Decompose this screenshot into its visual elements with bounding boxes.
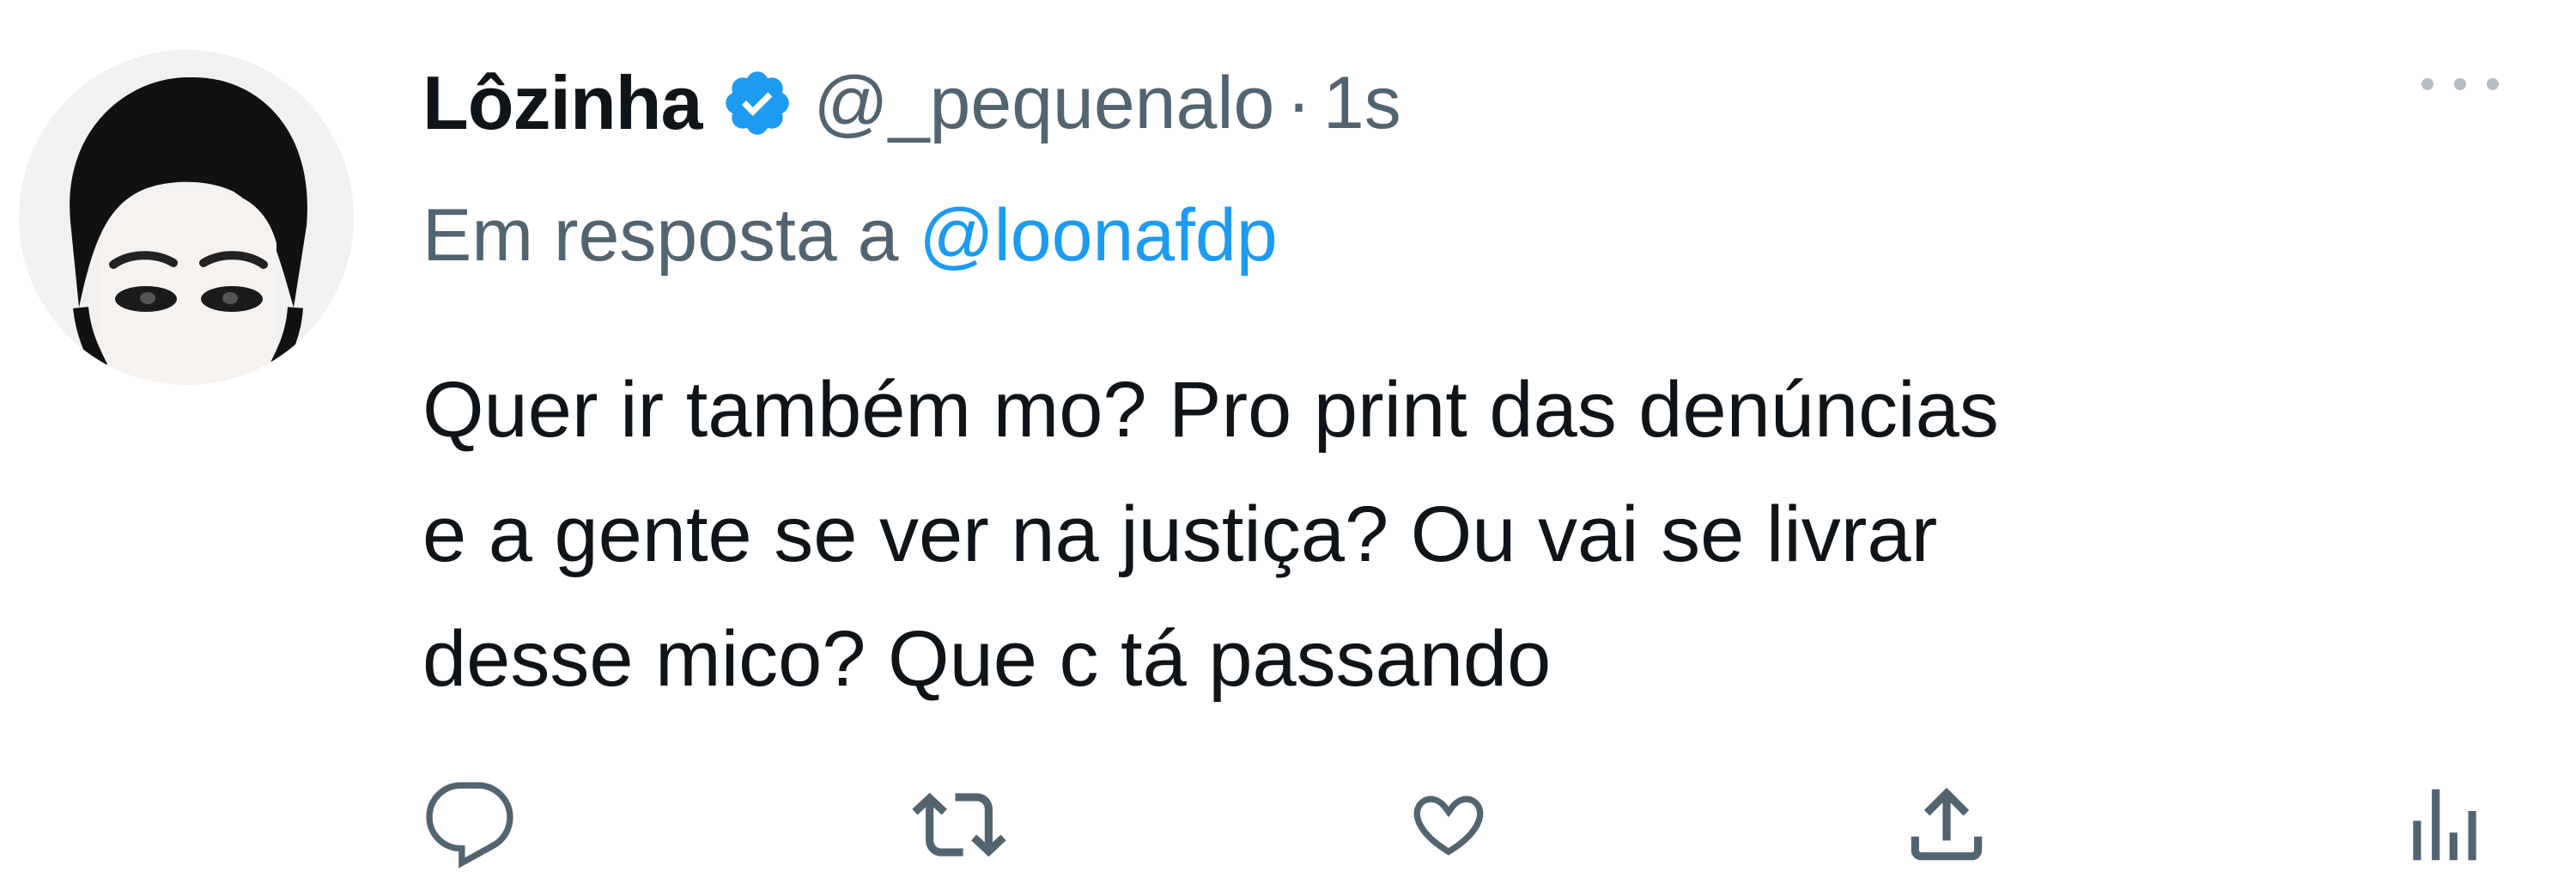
tweet[interactable]: Lôzinha @_pequenalo · 1s Em resposta a @… — [0, 0, 2576, 869]
avatar[interactable] — [19, 50, 354, 385]
reply-to-link[interactable]: @loonafdp — [919, 194, 1277, 277]
reply-context: Em resposta a @loonafdp — [422, 193, 1278, 278]
tweet-text-line: Quer ir também mo? Pro print das denúnci… — [422, 366, 1999, 454]
timestamp[interactable]: 1s — [1323, 61, 1401, 146]
share-icon[interactable] — [1899, 777, 1994, 872]
tweet-text-line: desse mico? Que c tá passando — [422, 615, 1552, 703]
tweet-text-line: e a gente se ver na justiça? Ou vai se l… — [422, 491, 1938, 578]
tweet-header: Lôzinha @_pequenalo · 1s — [422, 52, 1401, 155]
retweet-icon[interactable] — [912, 777, 1006, 872]
verified-badge-icon — [720, 66, 794, 140]
heart-icon[interactable] — [1401, 777, 1496, 872]
tweet-actions — [422, 777, 2500, 872]
author-handle[interactable]: @_pequenalo — [813, 61, 1274, 146]
more-horizontal-icon[interactable] — [2421, 67, 2499, 101]
reply-icon[interactable] — [422, 777, 517, 872]
separator-dot: · — [1286, 61, 1311, 144]
reply-prefix: Em resposta a — [422, 194, 899, 277]
author-name[interactable]: Lôzinha — [422, 59, 702, 147]
tweet-text: Quer ir também mo? Pro print das denúnci… — [422, 348, 2518, 722]
avatar-image — [19, 50, 354, 385]
analytics-icon[interactable] — [2397, 777, 2492, 872]
